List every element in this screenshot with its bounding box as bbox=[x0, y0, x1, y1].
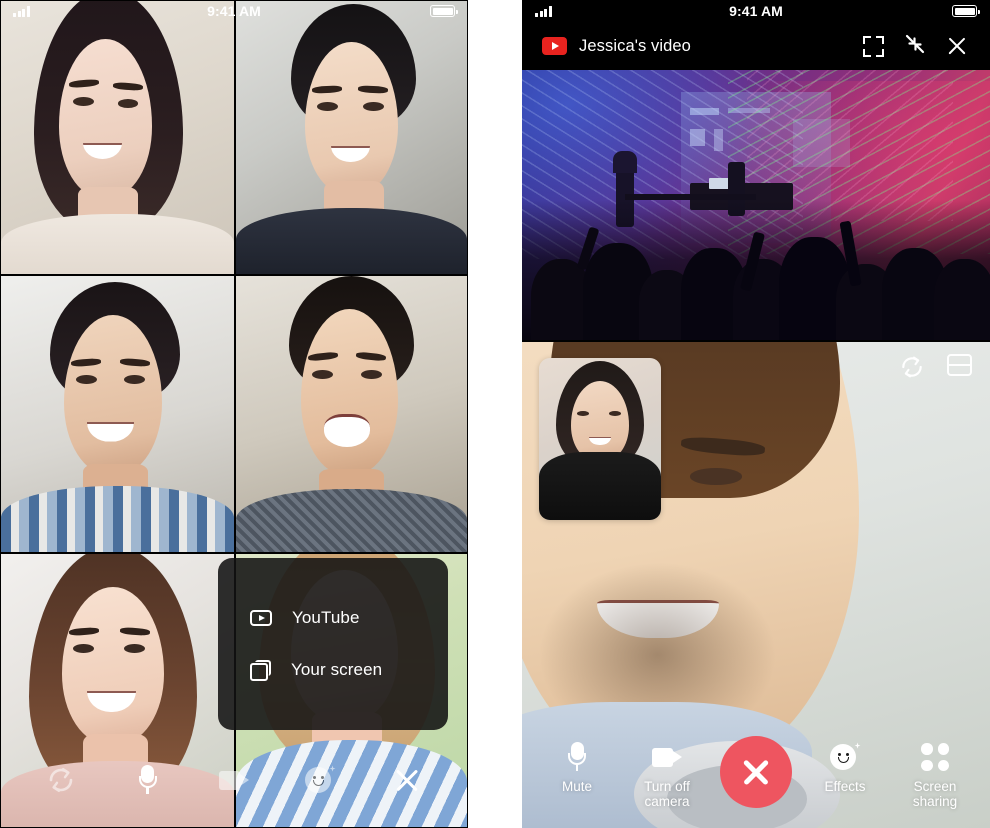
split-layout-icon[interactable] bbox=[947, 354, 972, 376]
shared-youtube-video[interactable] bbox=[522, 70, 990, 340]
microphone-icon bbox=[568, 742, 586, 772]
battery-icon bbox=[952, 5, 980, 17]
share-content-menu[interactable]: YouTube Your screen bbox=[218, 558, 448, 730]
screenshot-root: YouTube Your screen 9:41 AM Mute Turn of… bbox=[0, 0, 990, 828]
mute-button-label: Mute bbox=[561, 779, 592, 794]
effects-smiley-icon bbox=[830, 742, 861, 772]
close-video-button[interactable] bbox=[942, 31, 972, 61]
minimize-arrows-icon bbox=[904, 33, 926, 60]
screen-share-icon bbox=[250, 660, 271, 681]
expand-icon bbox=[862, 35, 884, 57]
close-icon bbox=[740, 756, 772, 788]
screen-sharing-button[interactable]: Screen sharing bbox=[898, 742, 972, 809]
main-participant-video[interactable]: Mute Turn off camera Effects Screen shar… bbox=[522, 342, 990, 828]
left-phone-screen: YouTube Your screen 9:41 AM bbox=[0, 0, 468, 828]
close-icon bbox=[393, 766, 421, 794]
turn-off-camera-label-line2: camera bbox=[644, 794, 690, 809]
mute-button[interactable]: Mute bbox=[540, 742, 614, 794]
shared-video-header: Jessica's video bbox=[522, 22, 990, 70]
turn-off-camera-button[interactable]: Turn off camera bbox=[630, 742, 704, 809]
end-call-button[interactable] bbox=[720, 736, 792, 808]
end-call-button[interactable] bbox=[384, 757, 430, 803]
share-menu-item-label: YouTube bbox=[292, 607, 360, 627]
participant-tile-3[interactable] bbox=[0, 275, 235, 553]
screen-sharing-label-line1: Screen bbox=[913, 779, 957, 794]
grid-dots-icon bbox=[921, 742, 949, 772]
camera-flip-icon[interactable] bbox=[899, 354, 925, 380]
camera-flip-icon bbox=[46, 765, 76, 795]
fullscreen-button[interactable] bbox=[858, 31, 888, 61]
left-call-toolbar bbox=[0, 740, 468, 828]
share-menu-item-youtube[interactable]: YouTube bbox=[250, 608, 448, 628]
effects-button[interactable]: Effects bbox=[808, 742, 882, 794]
share-menu-item-your-screen[interactable]: Your screen bbox=[250, 660, 448, 681]
effects-button[interactable] bbox=[297, 757, 343, 803]
effects-button-label: Effects bbox=[824, 779, 866, 794]
participant-tile-2[interactable] bbox=[235, 0, 468, 275]
shared-video-title: Jessica's video bbox=[579, 36, 691, 55]
status-bar: 9:41 AM bbox=[522, 0, 990, 22]
call-control-bar: Mute Turn off camera Effects Screen shar… bbox=[522, 720, 990, 828]
signal-bars-icon bbox=[535, 5, 552, 17]
effects-smiley-icon bbox=[305, 765, 336, 795]
microphone-button[interactable] bbox=[125, 757, 171, 803]
right-phone-screen: Mute Turn off camera Effects Screen shar… bbox=[522, 0, 990, 828]
share-menu-item-label: Your screen bbox=[291, 660, 383, 679]
flip-camera-button[interactable] bbox=[38, 757, 84, 803]
participant-tile-1[interactable] bbox=[0, 0, 235, 275]
self-view-pip[interactable] bbox=[539, 358, 661, 520]
minimize-button[interactable] bbox=[900, 31, 930, 61]
microphone-icon bbox=[138, 765, 157, 795]
youtube-icon bbox=[542, 37, 567, 55]
close-icon bbox=[946, 35, 968, 57]
status-bar-time: 9:41 AM bbox=[729, 3, 783, 19]
participant-tile-4[interactable] bbox=[235, 275, 468, 553]
screen-sharing-label-line2: sharing bbox=[912, 794, 958, 809]
camera-button[interactable] bbox=[211, 757, 257, 803]
video-camera-icon bbox=[652, 742, 682, 772]
youtube-icon bbox=[250, 609, 272, 626]
video-overlay-controls bbox=[899, 354, 972, 380]
video-camera-icon bbox=[218, 770, 249, 790]
turn-off-camera-label-line1: Turn off bbox=[644, 779, 690, 794]
